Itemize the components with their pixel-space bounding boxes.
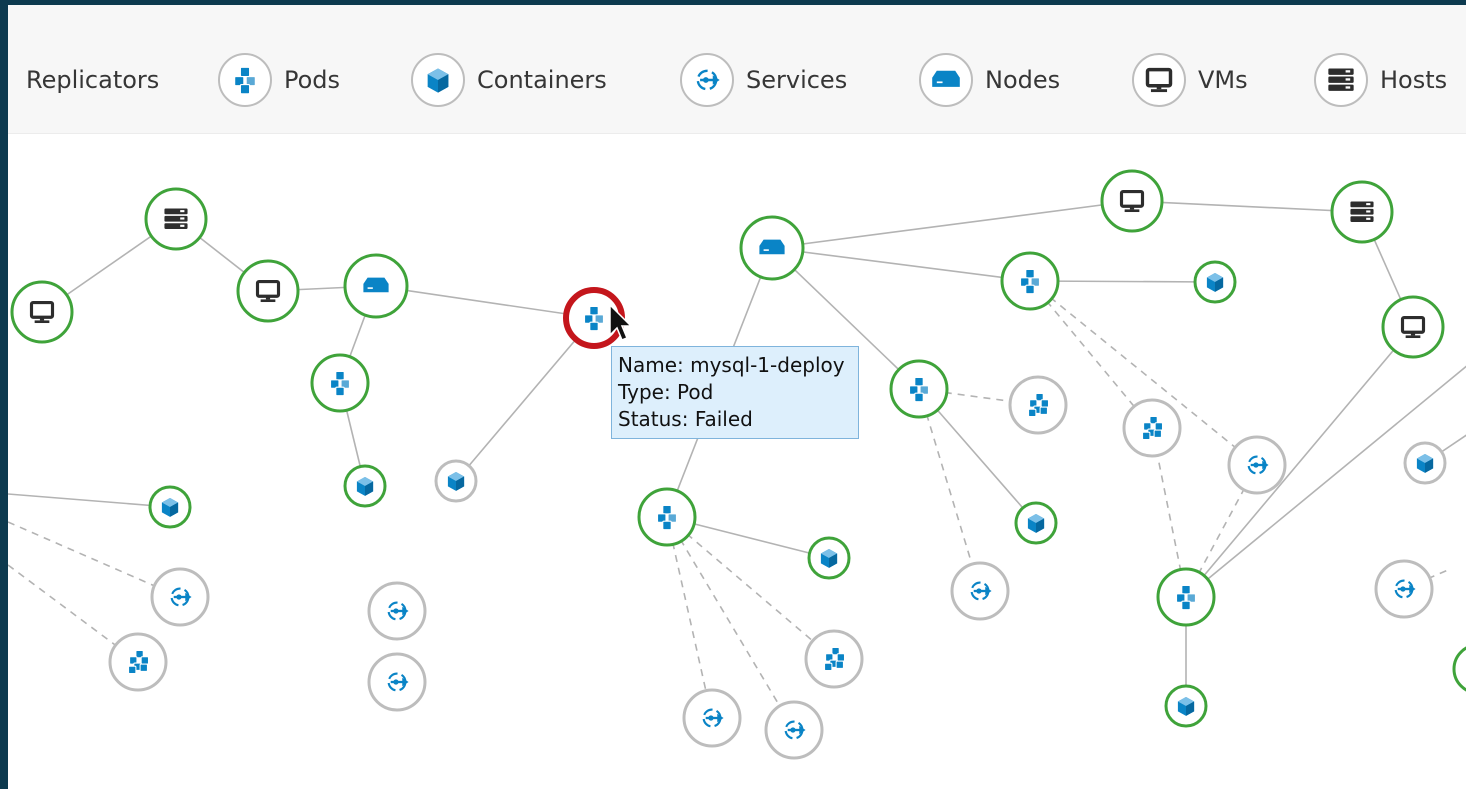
replicator-node[interactable]: [1008, 375, 1068, 435]
service-node[interactable]: [1227, 435, 1287, 495]
tooltip-status: Status: Failed: [618, 407, 753, 431]
graph-edge: [771, 200, 1133, 249]
container-node[interactable]: [1452, 645, 1466, 693]
container-node[interactable]: [807, 536, 851, 580]
vm-node[interactable]: [236, 259, 300, 323]
vm-node[interactable]: [10, 280, 74, 344]
topology-view: Replicators Pods Containers Services Nodes VM…: [8, 5, 1466, 789]
node-node[interactable]: [343, 253, 409, 319]
pod-node[interactable]: [310, 353, 370, 413]
vm-node[interactable]: [1100, 169, 1164, 233]
pod-node[interactable]: [1000, 251, 1060, 311]
graph-edge: [666, 516, 713, 719]
tooltip-name: Name: mysql-1-deploy: [618, 353, 845, 377]
service-node[interactable]: [950, 561, 1010, 621]
service-node[interactable]: [367, 581, 427, 641]
service-node[interactable]: [367, 652, 427, 712]
graph-edge: [8, 493, 171, 508]
node-tooltip: Name: mysql-1-deploy Type: Pod Status: F…: [611, 346, 859, 439]
service-node[interactable]: [682, 688, 742, 748]
graph-edge: [1185, 326, 1414, 598]
tooltip-type: Type: Pod: [618, 380, 714, 404]
vm-node[interactable]: [1381, 295, 1445, 359]
graph-edge: [918, 388, 981, 592]
service-node[interactable]: [764, 700, 824, 760]
container-node[interactable]: [434, 459, 478, 503]
graph-edge: [1131, 200, 1363, 213]
pod-node[interactable]: [1156, 567, 1216, 627]
container-node[interactable]: [148, 485, 192, 529]
host-icon: [1350, 201, 1374, 222]
container-node[interactable]: [1014, 501, 1058, 545]
pod-node[interactable]: [637, 487, 697, 547]
replicator-node[interactable]: [108, 632, 168, 692]
pod-node[interactable]: [889, 359, 949, 419]
node-icon: [363, 277, 389, 293]
container-node[interactable]: [1403, 441, 1447, 485]
host-node[interactable]: [1330, 180, 1394, 244]
service-node[interactable]: [1374, 559, 1434, 619]
graph-edge: [771, 247, 1031, 282]
graph-edge: [375, 285, 595, 319]
host-icon: [164, 208, 188, 229]
node-icon: [759, 239, 785, 255]
container-node[interactable]: [343, 464, 387, 508]
replicator-node[interactable]: [804, 629, 864, 689]
graph-edge: [455, 317, 595, 482]
container-node[interactable]: [1164, 684, 1208, 728]
node-node[interactable]: [739, 215, 805, 281]
replicator-node[interactable]: [1122, 398, 1182, 458]
container-node[interactable]: [1193, 260, 1237, 304]
service-node[interactable]: [150, 567, 210, 627]
host-node[interactable]: [144, 187, 208, 251]
